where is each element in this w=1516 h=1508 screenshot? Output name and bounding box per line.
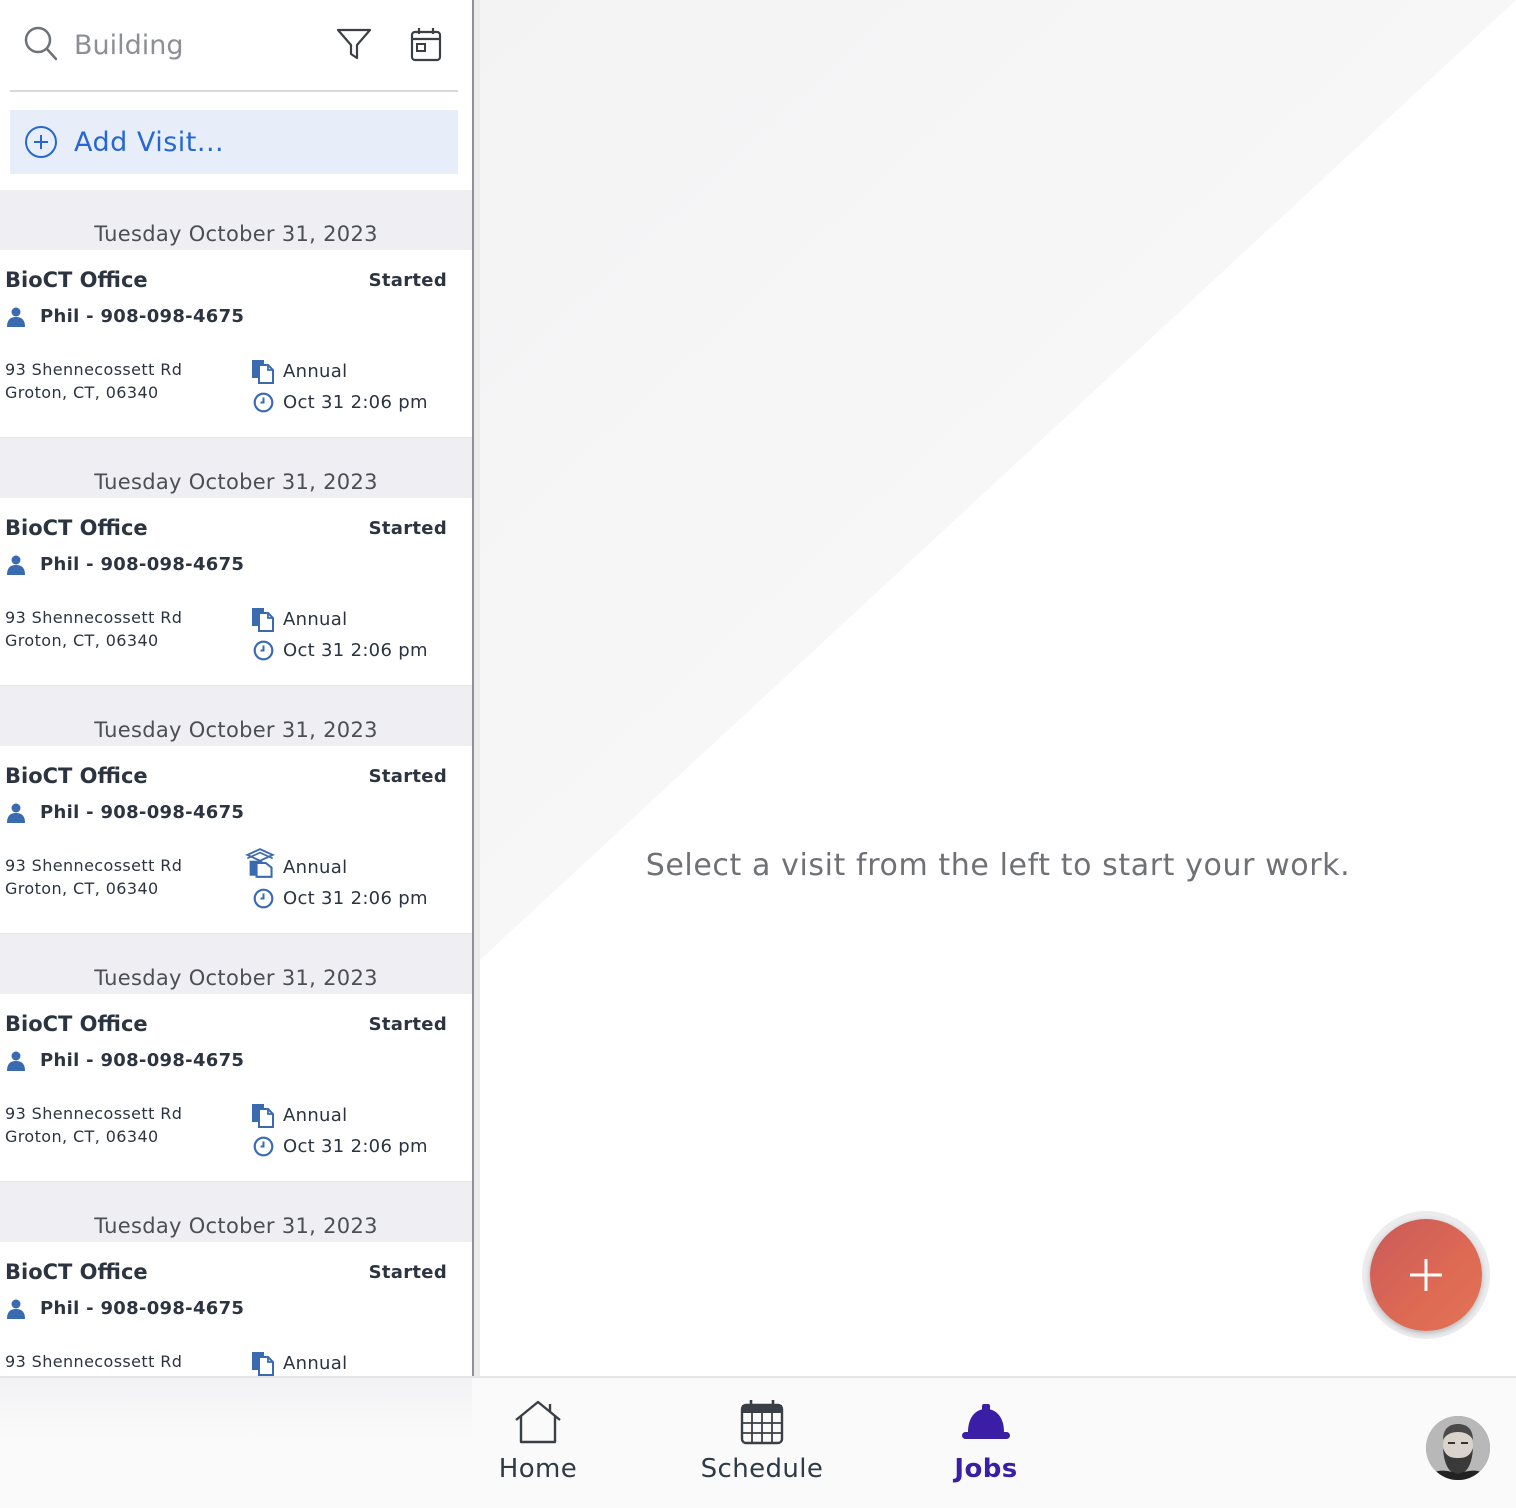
day-header: Tuesday October 31, 2023	[0, 686, 472, 746]
status-badge: Started	[368, 1262, 447, 1283]
calendar-grid-icon	[740, 1400, 784, 1445]
address-line-1: 93 Shennecossett Rd	[5, 856, 183, 875]
person-icon	[7, 307, 25, 327]
visit-type: Annual	[283, 1353, 348, 1374]
calendar-icon[interactable]	[408, 24, 444, 64]
person-icon	[7, 803, 25, 823]
visit-card[interactable]: BioCT Office Started Phil - 908-098-4675 93…	[0, 498, 472, 686]
visit-contact: Phil - 908-098-4675	[40, 1298, 245, 1319]
search-icon	[24, 26, 58, 61]
empty-state-message: Select a visit from the left to start yo…	[645, 848, 1351, 883]
nav-jobs[interactable]: Jobs	[906, 1398, 1066, 1498]
document-icon	[252, 1104, 274, 1128]
status-badge: Started	[368, 518, 447, 539]
visit-card[interactable]: BioCT Office Started Phil - 908-098-4675 93…	[0, 746, 472, 934]
day-header: Tuesday October 31, 2023	[0, 190, 472, 250]
visit-contact: Phil - 908-098-4675	[40, 802, 245, 823]
nav-jobs-label: Jobs	[954, 1454, 1018, 1484]
add-circle-icon	[25, 126, 57, 158]
visit-type: Annual	[283, 1105, 348, 1126]
clock-icon	[253, 888, 274, 909]
visit-type: Annual	[283, 857, 348, 878]
nav-home[interactable]: Home	[458, 1398, 618, 1498]
clock-icon	[253, 392, 274, 413]
document-icon	[252, 360, 274, 384]
visit-title: BioCT Office	[5, 1260, 148, 1284]
visit-list: Tuesday October 31, 2023 BioCT Office Star…	[0, 190, 472, 1378]
visit-time: Oct 31 2:06 pm	[283, 640, 428, 661]
address-line-2: Groton, CT, 06340	[5, 383, 159, 402]
visit-contact: Phil - 908-098-4675	[40, 554, 245, 575]
visit-card[interactable]: BioCT Office Started Phil - 908-098-4675 93…	[0, 1242, 472, 1378]
visit-time: Oct 31 2:06 pm	[283, 392, 428, 413]
visit-type: Annual	[283, 609, 348, 630]
avatar[interactable]	[1426, 1416, 1490, 1480]
day-header: Tuesday October 31, 2023	[0, 1182, 472, 1242]
visit-time: Oct 31 2:06 pm	[283, 1136, 428, 1157]
detail-panel: Select a visit from the left to start yo…	[480, 0, 1516, 1370]
nav-home-label: Home	[498, 1454, 578, 1484]
visit-title: BioCT Office	[5, 268, 148, 292]
clock-icon	[253, 640, 274, 661]
panel-divider[interactable]	[472, 0, 480, 1378]
address-line-1: 93 Shennecossett Rd	[5, 608, 183, 627]
visit-title: BioCT Office	[5, 764, 148, 788]
person-icon	[7, 1051, 25, 1071]
day-header: Tuesday October 31, 2023	[0, 934, 472, 994]
document-icon	[252, 608, 274, 632]
hard-hat-icon	[962, 1404, 1010, 1439]
visit-time: Oct 31 2:06 pm	[283, 888, 428, 909]
status-badge: Started	[368, 766, 447, 787]
visit-card[interactable]: BioCT Office Started Phil - 908-098-4675 93…	[0, 250, 472, 438]
person-icon	[7, 1299, 25, 1319]
visit-title: BioCT Office	[5, 516, 148, 540]
address-line-1: 93 Shennecossett Rd	[5, 1352, 183, 1371]
visit-contact: Phil - 908-098-4675	[40, 1050, 245, 1071]
visit-title: BioCT Office	[5, 1012, 148, 1036]
clock-icon	[253, 1136, 274, 1157]
visit-list-panel: Add Visit... Tuesday October 31, 2023Bio…	[0, 0, 472, 1378]
status-badge: Started	[368, 270, 447, 291]
address-line-2: Groton, CT, 06340	[5, 879, 159, 898]
visit-type: Annual	[283, 361, 348, 382]
day-header: Tuesday October 31, 2023	[0, 438, 472, 498]
add-visit-button[interactable]: Add Visit...	[10, 110, 458, 174]
nav-schedule-label: Schedule	[700, 1454, 824, 1484]
address-line-1: 93 Shennecossett Rd	[5, 360, 183, 379]
background-shade	[480, 0, 1516, 960]
filter-icon[interactable]	[334, 24, 374, 64]
visit-card[interactable]: BioCT Office Started Phil - 908-098-4675 93…	[0, 994, 472, 1182]
search-bar	[10, 0, 458, 92]
visit-contact: Phil - 908-098-4675	[40, 306, 245, 327]
user-avatar-image	[1426, 1416, 1490, 1480]
home-icon	[515, 1400, 561, 1444]
nav-schedule[interactable]: Schedule	[682, 1398, 842, 1498]
document-icon	[252, 1352, 274, 1376]
nav-fade	[0, 1378, 472, 1438]
bottom-nav: Home Schedule Jobs	[0, 1376, 1516, 1508]
search-input[interactable]	[74, 24, 304, 66]
status-badge: Started	[368, 1014, 447, 1035]
address-line-2: Groton, CT, 06340	[5, 1127, 159, 1146]
documents-stack-icon	[245, 848, 275, 878]
add-fab-button[interactable]	[1370, 1219, 1482, 1331]
plus-icon	[1410, 1259, 1442, 1291]
person-icon	[7, 555, 25, 575]
add-visit-label: Add Visit...	[74, 126, 225, 158]
address-line-1: 93 Shennecossett Rd	[5, 1104, 183, 1123]
address-line-2: Groton, CT, 06340	[5, 631, 159, 650]
